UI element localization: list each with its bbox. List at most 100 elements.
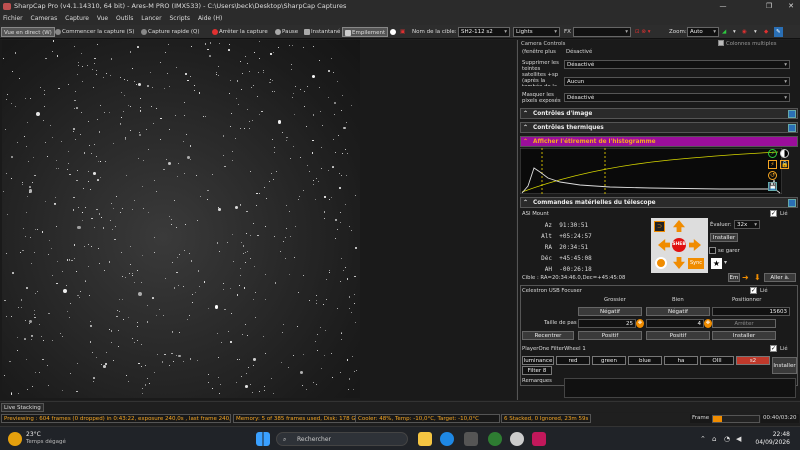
stop-focuser-button[interactable]: Arrêter bbox=[712, 319, 776, 328]
star-field-image[interactable] bbox=[2, 40, 360, 398]
histogram-plot[interactable] bbox=[520, 148, 782, 194]
target-name-select[interactable]: SH2-112 s2 bbox=[458, 27, 510, 37]
stretch-icon[interactable]: ⚡ bbox=[768, 160, 777, 169]
start-capture-button[interactable]: Commencer la capture (S) bbox=[53, 27, 136, 37]
goto-target-icon[interactable]: ⊃ bbox=[654, 221, 665, 232]
histogram-icon[interactable]: ◢ bbox=[720, 27, 728, 37]
film-icon[interactable]: ▣ bbox=[398, 27, 407, 37]
lock-icon[interactable]: 🔒 bbox=[780, 160, 789, 169]
arrow-right-icon[interactable]: ➜ bbox=[742, 273, 749, 282]
app-icon[interactable] bbox=[488, 432, 502, 446]
fx-select[interactable] bbox=[573, 27, 631, 37]
pause-button[interactable]: Pause bbox=[273, 27, 300, 37]
focuser-install-button[interactable]: Installer bbox=[712, 331, 776, 340]
auto-stretch-icon[interactable]: ⚡ bbox=[768, 149, 777, 158]
settings-icon[interactable] bbox=[788, 124, 796, 132]
stop-mount-button[interactable]: SHEB bbox=[672, 238, 686, 252]
stacking-button[interactable]: Empilement bbox=[342, 27, 389, 37]
reticle-icon[interactable]: ◉ bbox=[740, 27, 749, 37]
filter-blue-button[interactable]: blue bbox=[628, 356, 662, 365]
app-icon[interactable] bbox=[532, 432, 546, 446]
multi-columns-checkbox[interactable] bbox=[718, 40, 724, 46]
goto-button[interactable]: Aller à. bbox=[764, 273, 796, 282]
menu-capture[interactable]: Capture bbox=[65, 15, 89, 22]
star-icon[interactable]: ★ bbox=[711, 258, 722, 269]
setting-select[interactable]: Aucun bbox=[564, 77, 790, 86]
save-icon[interactable]: 💾 bbox=[768, 182, 777, 191]
recenter-button[interactable]: Recentrer bbox=[522, 331, 574, 340]
arrow-down-icon[interactable]: ⬇ bbox=[754, 273, 761, 282]
menu-view[interactable]: Vue bbox=[97, 15, 108, 22]
quick-capture-button[interactable]: Capture rapide (Q) bbox=[139, 27, 202, 37]
wifi-icon[interactable]: ◔ bbox=[724, 435, 730, 443]
sync-button[interactable]: Sync bbox=[688, 258, 704, 269]
sharpcap-icon[interactable] bbox=[510, 432, 524, 446]
windows-start-icon[interactable] bbox=[256, 432, 270, 446]
position-input[interactable]: 15603 bbox=[712, 307, 790, 316]
menu-cameras[interactable]: Cameras bbox=[31, 15, 58, 22]
stop-capture-button[interactable]: Arrêter la capture bbox=[210, 27, 270, 37]
thermal-controls-header[interactable]: Contrôles thermiques bbox=[520, 122, 798, 133]
focuser-linked-checkbox[interactable]: ✓ bbox=[750, 287, 757, 294]
menu-help[interactable]: Aide (H) bbox=[198, 15, 222, 22]
menu-file[interactable]: Fichier bbox=[3, 15, 23, 22]
network-icon[interactable]: ⌂ bbox=[712, 435, 716, 443]
maximize-icon[interactable]: ❐ bbox=[758, 0, 780, 13]
fx-tools-icon[interactable]: ⊡ ⊗ ▾ bbox=[633, 27, 652, 37]
filterwheel-install-button[interactable]: Installer bbox=[772, 357, 797, 374]
minimize-icon[interactable]: — bbox=[712, 0, 734, 13]
fine-negative-button[interactable]: Négatif bbox=[646, 307, 710, 316]
image-controls-header[interactable]: Contrôles d'image bbox=[520, 108, 798, 119]
telescope-header[interactable]: Commandes matérielles du télescope bbox=[520, 197, 798, 208]
live-view-button[interactable]: Vue en direct (W) bbox=[1, 27, 55, 37]
filter-red-button[interactable]: red bbox=[556, 356, 590, 365]
dropdown-icon[interactable]: ▾ bbox=[731, 27, 738, 37]
remarks-textarea[interactable] bbox=[564, 378, 796, 398]
tray-chevron-icon[interactable]: ⌃ bbox=[700, 435, 706, 443]
edge-icon[interactable] bbox=[440, 432, 454, 446]
coarse-negative-button[interactable]: Négatif bbox=[578, 307, 642, 316]
sun-icon[interactable] bbox=[655, 257, 667, 269]
filter-ha-button[interactable]: ha bbox=[664, 356, 698, 365]
frame-type-select[interactable]: Lights bbox=[513, 27, 560, 37]
slew-rate-select[interactable]: 32x bbox=[734, 220, 760, 229]
zoom-select[interactable]: Auto bbox=[687, 27, 719, 37]
filterwheel-linked-checkbox[interactable]: ✓ bbox=[770, 345, 777, 352]
menu-scripts[interactable]: Scripts bbox=[170, 15, 191, 22]
snapshot-button[interactable]: Instantané bbox=[302, 27, 342, 37]
weather-desc[interactable]: Temps dégagé bbox=[26, 439, 66, 445]
goto-em-button[interactable]: Em bbox=[728, 273, 740, 282]
settings-icon[interactable] bbox=[788, 110, 796, 118]
dropdown-icon[interactable]: ▾ bbox=[752, 27, 759, 37]
close-icon[interactable]: ✕ bbox=[780, 0, 800, 13]
reset-icon[interactable]: ↺ bbox=[768, 171, 777, 180]
live-stacking-tab[interactable]: Live Stacking bbox=[1, 403, 44, 412]
clock-date[interactable]: 04/09/2026 bbox=[750, 439, 790, 446]
coarse-step-input[interactable]: 25 bbox=[578, 319, 636, 328]
satellite-trail-select[interactable]: Désactivé bbox=[564, 60, 790, 69]
weather-sun-icon[interactable] bbox=[8, 432, 22, 446]
image-viewport[interactable] bbox=[0, 40, 516, 400]
settings-pin-icon[interactable]: ✎ bbox=[774, 27, 783, 37]
coarse-positive-button[interactable]: Positif bbox=[578, 331, 642, 340]
mount-linked-checkbox[interactable]: ✓ bbox=[770, 210, 777, 217]
fine-step-input[interactable]: 4 bbox=[646, 319, 704, 328]
settings-icon[interactable] bbox=[788, 199, 796, 207]
menu-launch[interactable]: Lancer bbox=[141, 15, 161, 22]
store-icon[interactable] bbox=[464, 432, 478, 446]
mask-pixels-select[interactable]: Désactivé bbox=[564, 93, 790, 102]
clock-time[interactable]: 22:48 bbox=[750, 431, 790, 438]
stepper-icon[interactable]: ✥ bbox=[704, 319, 712, 328]
volume-icon[interactable]: ◀ bbox=[736, 435, 741, 443]
filter-luminance-button[interactable]: luminance bbox=[522, 356, 554, 365]
park-checkbox[interactable] bbox=[709, 247, 716, 254]
dropdown-icon[interactable]: ▾ bbox=[724, 259, 727, 266]
filter-oiii-button[interactable]: OIII bbox=[700, 356, 734, 365]
color-icon[interactable]: ◆ bbox=[762, 27, 770, 37]
file-explorer-icon[interactable] bbox=[418, 432, 432, 446]
menu-tools[interactable]: Outils bbox=[116, 15, 133, 22]
fine-positive-button[interactable]: Positif bbox=[646, 331, 710, 340]
weather-temp[interactable]: 23°C bbox=[26, 431, 41, 438]
filter-s2-button[interactable]: s2 bbox=[736, 356, 770, 365]
contrast-icon[interactable] bbox=[780, 149, 789, 158]
